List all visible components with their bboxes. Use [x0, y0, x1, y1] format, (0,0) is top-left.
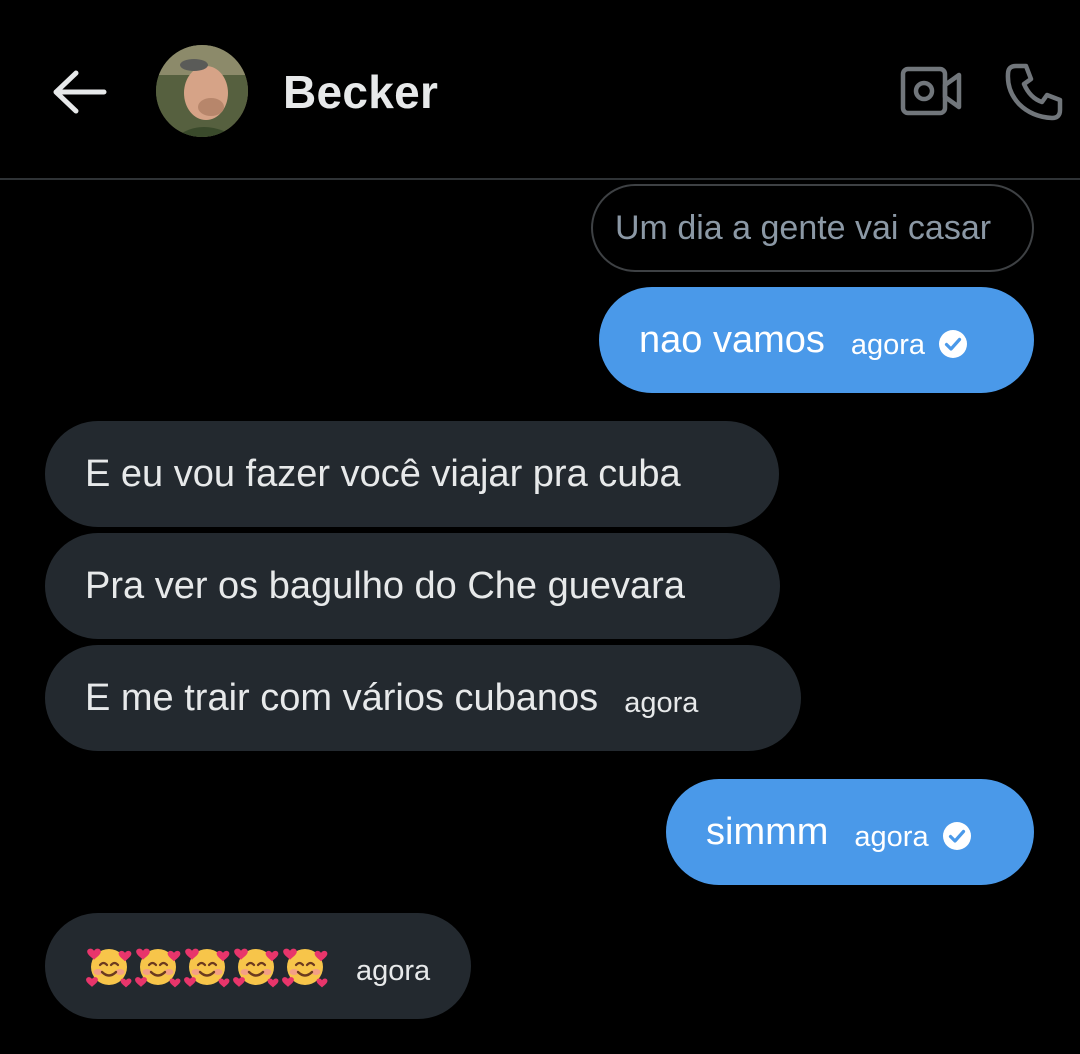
voice-call-button[interactable]	[1002, 60, 1066, 124]
message-time: agora	[850, 328, 926, 361]
smiling-face-with-hearts-emoji	[135, 948, 181, 988]
conversation-header: Becker	[0, 0, 1080, 180]
message-time: agora	[854, 820, 929, 853]
emoji-row	[85, 942, 330, 990]
video-camera-icon	[900, 66, 962, 116]
phone-icon	[1005, 63, 1063, 121]
received-message[interactable]: E eu vou fazer você viajar pra cuba	[45, 421, 779, 527]
received-message[interactable]: E me trair com vários cubanos agora	[45, 645, 801, 751]
check-circle-icon	[942, 822, 971, 850]
smiling-face-with-hearts-emoji	[86, 948, 132, 988]
message-text: E me trair com vários cubanos	[85, 676, 599, 719]
message-text: nao vamos	[639, 318, 825, 361]
message-time: agora	[356, 954, 431, 987]
received-message[interactable]: Pra ver os bagulho do Che guevara	[45, 533, 780, 639]
message-text: Pra ver os bagulho do Che guevara	[85, 564, 685, 607]
sent-message[interactable]: simmm agora	[666, 779, 1034, 885]
quoted-message[interactable]: Um dia a gente vai casar	[591, 184, 1034, 272]
check-circle-icon	[939, 330, 968, 358]
message-text: E eu vou fazer você viajar pra cuba	[85, 452, 681, 495]
back-button[interactable]	[48, 62, 112, 122]
avatar-photo	[156, 45, 248, 137]
message-text: simmm	[706, 810, 829, 853]
smiling-face-with-hearts-emoji	[233, 948, 279, 988]
video-call-button[interactable]	[899, 63, 965, 119]
avatar[interactable]	[156, 45, 248, 137]
contact-name[interactable]: Becker	[283, 62, 438, 122]
quoted-message-text: Um dia a gente vai casar	[615, 208, 992, 247]
smiling-face-with-hearts-emoji	[184, 948, 230, 988]
smiling-face-with-hearts-emoji	[282, 948, 328, 988]
received-message[interactable]: agora	[45, 913, 471, 1019]
message-time: agora	[624, 686, 699, 719]
sent-message[interactable]: nao vamos agora	[599, 287, 1034, 393]
arrow-left-icon	[53, 70, 107, 114]
